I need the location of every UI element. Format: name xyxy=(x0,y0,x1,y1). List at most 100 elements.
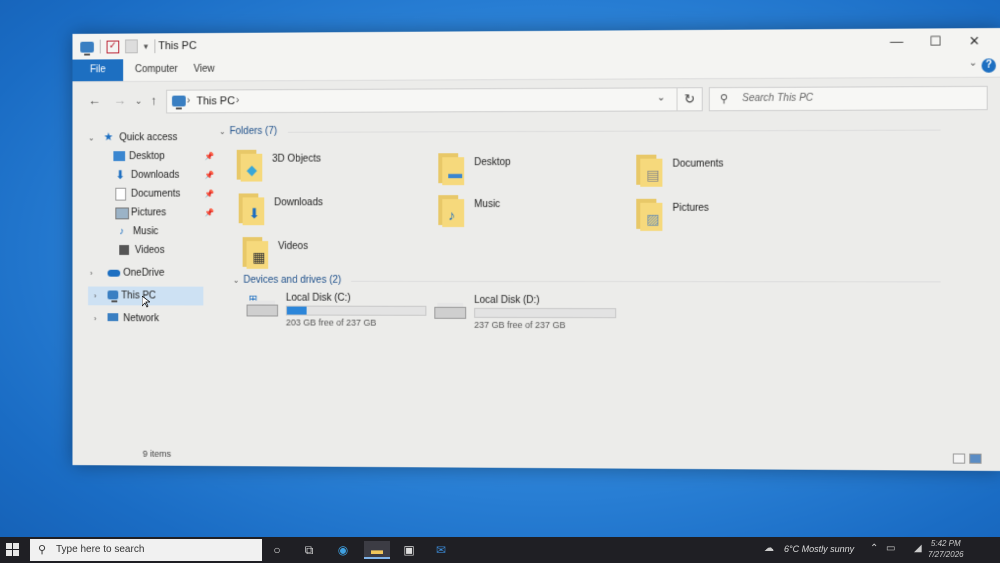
back-button[interactable]: ← xyxy=(88,93,101,108)
drive-usage-bar xyxy=(474,308,616,318)
address-bar[interactable]: › This PC › ⌄ xyxy=(166,87,701,113)
sidebar-label: Pictures xyxy=(131,203,166,222)
navigation-pane: ⌄ ★ Quick access Desktop 📌 ⬇ Downloads 📌… xyxy=(82,128,229,328)
microsoft-store-icon[interactable]: ▣ xyxy=(400,541,418,559)
downloads-icon: ⬇ xyxy=(115,166,125,185)
collapse-icon[interactable]: ⌄ xyxy=(219,127,226,136)
hard-drive-icon: ⊞ xyxy=(247,301,278,317)
collapse-icon[interactable]: ⌄ xyxy=(233,276,240,285)
sidebar-label: Desktop xyxy=(129,147,165,166)
pin-icon[interactable]: 📌 xyxy=(204,185,214,204)
tab-file[interactable]: File xyxy=(72,59,123,81)
folder-label: Documents xyxy=(672,158,723,169)
address-dropdown-icon[interactable]: ⌄ xyxy=(657,92,665,103)
sidebar-label: Videos xyxy=(135,241,165,260)
mail-icon[interactable]: ✉ xyxy=(432,541,450,559)
file-explorer-icon[interactable]: ▬ xyxy=(364,541,390,559)
clock-time: 5:42 PM xyxy=(928,538,964,549)
folder-videos[interactable]: ▦ Videos xyxy=(243,235,431,275)
maximize-button[interactable]: ☐ xyxy=(916,30,955,52)
edge-browser-icon[interactable]: ◉ xyxy=(334,541,352,559)
sidebar-label: Documents xyxy=(131,185,180,204)
expand-icon[interactable]: › xyxy=(94,287,97,306)
quick-access-toolbar: ✓ ▾ xyxy=(80,39,155,53)
search-box[interactable]: ⚲ Search This PC xyxy=(709,86,988,111)
breadcrumb-this-pc[interactable]: This PC xyxy=(196,95,234,107)
expand-icon[interactable]: › xyxy=(94,309,97,328)
folder-icon: ◆ xyxy=(237,148,265,182)
documents-icon xyxy=(115,188,126,201)
folder-label: Pictures xyxy=(672,203,708,214)
sidebar-item-music[interactable]: ♪ Music xyxy=(82,222,229,241)
task-view-icon[interactable]: ⧉ xyxy=(300,541,318,559)
refresh-button[interactable]: ↻ xyxy=(677,87,703,111)
drive-d[interactable]: Local Disk (D:) 237 GB free of 237 GB xyxy=(434,295,624,331)
sidebar-item-documents[interactable]: Documents 📌 xyxy=(82,185,229,204)
weather-text[interactable]: 6°C Mostly sunny xyxy=(784,544,854,554)
drives-group-header[interactable]: ⌄ Devices and drives (2) xyxy=(233,275,941,287)
system-clock[interactable]: 5:42 PM 7/27/2026 xyxy=(928,538,964,560)
minimize-button[interactable]: — xyxy=(877,31,916,53)
search-icon: ⚲ xyxy=(720,92,728,105)
sidebar-item-pictures[interactable]: Pictures 📌 xyxy=(82,203,229,222)
divider xyxy=(351,281,941,283)
folder-icon: ♪ xyxy=(438,193,466,227)
divider xyxy=(100,40,101,54)
show-hidden-icons-icon[interactable]: ⌃ xyxy=(870,543,878,554)
expand-ribbon-icon[interactable]: ⌄ xyxy=(969,58,978,69)
folder-desktop[interactable]: ▬ Desktop xyxy=(438,151,628,191)
breadcrumb-separator-icon[interactable]: › xyxy=(236,94,240,106)
breadcrumb-separator-icon[interactable]: › xyxy=(187,95,191,107)
videos-icon xyxy=(119,245,129,255)
windows-start-icon[interactable] xyxy=(6,543,20,557)
onedrive-icon xyxy=(108,270,121,277)
folder-downloads[interactable]: ⬇ Downloads xyxy=(239,191,427,231)
sidebar-label: Quick access xyxy=(119,128,177,147)
sidebar-item-network[interactable]: › Network xyxy=(94,309,229,328)
folders-group-header[interactable]: ⌄ Folders (7) xyxy=(219,124,941,138)
sidebar-item-quick-access[interactable]: ⌄ ★ Quick access xyxy=(82,128,229,147)
help-icon[interactable]: ? xyxy=(982,58,996,72)
pin-icon[interactable]: 📌 xyxy=(204,166,214,185)
folder-music[interactable]: ♪ Music xyxy=(438,193,628,233)
new-folder-icon[interactable] xyxy=(125,39,138,53)
pin-icon[interactable]: 📌 xyxy=(204,203,214,222)
pin-icon[interactable]: 📌 xyxy=(204,147,214,166)
star-icon: ★ xyxy=(104,128,114,147)
this-pc-icon xyxy=(80,41,94,52)
drive-c[interactable]: ⊞ Local Disk (C:) 203 GB free of 237 GB xyxy=(247,293,435,329)
recent-locations-icon[interactable]: ⌄ xyxy=(135,96,142,107)
folder-3d-objects[interactable]: ◆ 3D Objects xyxy=(237,147,425,187)
sidebar-item-onedrive[interactable]: › OneDrive xyxy=(82,264,229,283)
status-bar: 9 items xyxy=(72,443,1000,471)
customize-toolbar-icon[interactable]: ▾ xyxy=(144,41,148,52)
sidebar-label: Music xyxy=(133,222,159,241)
tab-view[interactable]: View xyxy=(180,59,229,81)
sidebar-label: Downloads xyxy=(131,166,179,185)
battery-icon[interactable]: ▭ xyxy=(886,543,895,554)
cortana-icon[interactable]: ○ xyxy=(268,541,286,559)
taskbar-search-box[interactable]: ⚲ Type here to search xyxy=(30,539,262,561)
sidebar-item-desktop[interactable]: Desktop 📌 xyxy=(82,147,229,166)
folder-documents[interactable]: ▤ Documents xyxy=(636,152,828,193)
close-button[interactable]: ✕ xyxy=(955,30,994,53)
divider xyxy=(288,130,941,133)
this-pc-icon xyxy=(108,290,119,299)
sidebar-item-downloads[interactable]: ⬇ Downloads 📌 xyxy=(82,166,229,185)
expand-icon[interactable]: › xyxy=(90,264,93,283)
details-view-icon[interactable] xyxy=(953,453,965,463)
navigation-bar: ← → ⌄ ↑ › This PC › ⌄ ↻ ⚲ Search This PC xyxy=(72,83,1000,117)
large-icons-view-icon[interactable] xyxy=(969,454,981,464)
weather-icon[interactable]: ☁ xyxy=(764,543,774,554)
sidebar-item-videos[interactable]: Videos xyxy=(82,241,229,260)
folder-icon: ⬇ xyxy=(239,191,267,225)
network-status-icon[interactable]: ◢ xyxy=(914,543,922,554)
forward-button[interactable]: → xyxy=(113,93,126,108)
hard-drive-icon xyxy=(434,303,466,319)
collapse-icon[interactable]: ⌄ xyxy=(88,129,95,148)
folder-label: Desktop xyxy=(474,157,511,168)
folder-pictures[interactable]: ▨ Pictures xyxy=(636,197,828,237)
up-button[interactable]: ↑ xyxy=(150,93,156,108)
properties-icon[interactable]: ✓ xyxy=(107,40,120,53)
sidebar-label: OneDrive xyxy=(123,264,164,283)
